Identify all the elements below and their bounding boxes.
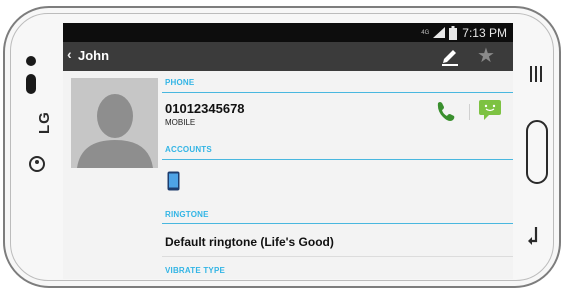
phone-call-icon[interactable] <box>435 100 455 122</box>
battery-icon <box>449 25 458 40</box>
status-bar: 4G 7:13 PM <box>63 23 513 42</box>
ringtone-value[interactable]: Default ringtone (Life's Good) <box>165 235 334 249</box>
star-icon[interactable]: ★ <box>477 43 495 68</box>
status-time: 7:13 PM <box>462 25 507 40</box>
contact-photo[interactable] <box>71 78 158 168</box>
pencil-icon[interactable] <box>439 45 461 67</box>
front-camera <box>26 56 36 66</box>
action-bar: ‹ John ★ <box>63 42 513 71</box>
phone-section-header: PHONE <box>165 78 195 87</box>
menu-key-icon[interactable] <box>528 66 544 84</box>
back-button[interactable]: ‹ <box>67 46 72 62</box>
signal-icon <box>433 27 446 38</box>
status-icons: 4G 7:13 PM <box>421 25 507 40</box>
brand-logo-icon <box>29 156 45 172</box>
phone-device-icon[interactable] <box>167 171 180 191</box>
message-icon[interactable] <box>479 100 501 120</box>
home-button[interactable] <box>526 120 548 184</box>
accounts-section-divider <box>162 159 513 160</box>
earpiece-speaker <box>26 74 36 94</box>
back-key-icon[interactable] <box>526 224 546 246</box>
action-divider <box>469 104 470 120</box>
accounts-section-header: ACCOUNTS <box>165 145 212 154</box>
brand-logo-text: LG <box>36 111 53 134</box>
network-type: 4G <box>421 29 430 36</box>
contact-name-title: John <box>78 48 110 63</box>
contact-details: PHONE 01012345678 MOBILE ACCOUNTS RINGTO… <box>63 71 513 279</box>
ringtone-row-divider <box>162 256 513 257</box>
vibrate-section-header: VIBRATE TYPE <box>165 266 226 275</box>
phone-number-type: MOBILE <box>165 118 196 127</box>
phone-section-divider <box>162 92 513 93</box>
ringtone-section-divider <box>162 223 513 224</box>
avatar-silhouette-icon <box>77 94 153 168</box>
ringtone-section-header: RINGTONE <box>165 210 209 219</box>
screen: 4G 7:13 PM ‹ John ★ PHONE 01012345678 MO… <box>63 23 513 279</box>
lg-logo: LG <box>16 111 56 176</box>
phone-number[interactable]: 01012345678 <box>165 101 245 116</box>
